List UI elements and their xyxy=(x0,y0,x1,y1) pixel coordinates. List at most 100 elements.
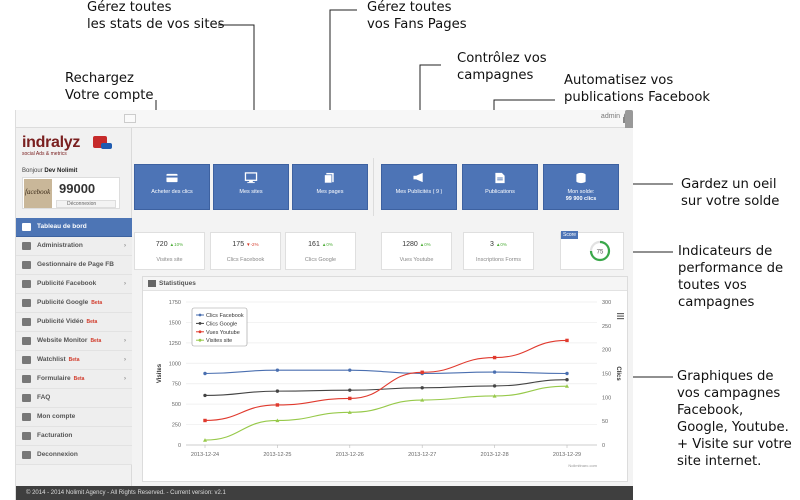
legend-marker xyxy=(198,330,202,334)
y2-tick-label: 50 xyxy=(602,419,608,425)
video-icon xyxy=(22,318,31,326)
data-point xyxy=(420,386,424,390)
sidebar-item-formulaire[interactable]: Formulaire Beta › xyxy=(16,370,132,389)
y-tick-label: 250 xyxy=(172,423,181,429)
annotation-stats-sites: Gérez toutes les stats de vos sites xyxy=(87,0,225,32)
logout-button[interactable]: Déconnexion xyxy=(56,200,116,208)
sidebar-item-publicite-google[interactable]: Publicité Google Beta xyxy=(16,294,132,313)
chevron-right-icon: › xyxy=(124,338,126,344)
legend-marker xyxy=(198,322,202,325)
sidebar-item-administration[interactable]: Administration › xyxy=(16,237,132,256)
score-label: Score xyxy=(561,231,579,239)
tile-label: Acheter des clics xyxy=(151,189,193,195)
sidebar-menu: Tableau de bord Administration › Gestionnai… xyxy=(16,218,132,465)
tile-label: Publications xyxy=(485,189,515,195)
tile-value: 99 900 clics xyxy=(565,196,597,202)
sidebar-item-watchlist[interactable]: Watchlist Beta › xyxy=(16,351,132,370)
document-icon xyxy=(495,172,505,184)
sidebar-item-gestionnaire-de-page-fb[interactable]: Gestionnaire de Page FB xyxy=(16,256,132,275)
chevron-right-icon: › xyxy=(124,243,126,249)
avatar: facebook xyxy=(24,179,52,208)
sidebar-item-label: Deconnexion xyxy=(37,451,78,458)
score-card: Score 75 xyxy=(560,231,624,270)
kpi-change: ▲0% xyxy=(495,242,507,247)
y-tick-label: 750 xyxy=(172,382,181,388)
kpi-value: 720 xyxy=(155,241,168,248)
data-point xyxy=(565,371,569,376)
kpi-card: 1280 ▲0% Vues Youtube xyxy=(381,232,452,270)
legend-label: Clics Google xyxy=(206,321,237,327)
tile-mon-solde[interactable]: Mon solde: 99 900 clics xyxy=(543,164,619,210)
tile-mes-pages[interactable]: Mes pages xyxy=(292,164,368,210)
series-line-2 xyxy=(204,339,568,422)
y-tick-label: 1750 xyxy=(169,300,181,306)
beta-badge: Beta xyxy=(91,300,103,306)
admin-username[interactable]: admin xyxy=(601,113,620,120)
kpi-value: 1280 xyxy=(402,241,418,248)
annotation-kpis: Indicateurs de performance de toutes vos ca… xyxy=(678,244,784,310)
sidebar-item-label: FAQ xyxy=(37,394,51,401)
question-icon xyxy=(22,394,31,402)
tile-acheter-des-clics[interactable]: Acheter des clics xyxy=(134,164,210,210)
sidebar-item-website-monitor[interactable]: Website Monitor Beta › xyxy=(16,332,132,351)
sidebar-item-faq[interactable]: FAQ xyxy=(16,389,132,408)
sidebar-item-label: Publicité Google xyxy=(37,299,89,306)
chevron-right-icon: › xyxy=(124,376,126,382)
tile-label: Mes Publicités ( 9 ) xyxy=(395,189,443,195)
kpi-value: 3 xyxy=(490,241,494,248)
score-value: 75 xyxy=(597,250,604,256)
y-tick-label: 500 xyxy=(172,402,181,408)
y2-tick-label: 150 xyxy=(602,372,611,378)
invoice-icon xyxy=(22,432,31,440)
x-tick-label: 2013-12-27 xyxy=(408,452,436,458)
annotation-fans-pages: Gérez toutes vos Fans Pages xyxy=(367,0,467,32)
balance-value: 99000 xyxy=(59,181,96,196)
brand-logo[interactable]: indralyz social Ads & metrics xyxy=(22,134,122,160)
sidebar-item-label: Mon compte xyxy=(37,413,76,420)
sidebar-item-facturation[interactable]: Facturation xyxy=(16,427,132,446)
tile-label: Mon solde: xyxy=(567,189,595,195)
kpi-change: ▼-2% xyxy=(246,242,259,247)
annotation-campaigns: Contrôlez vos campagnes xyxy=(457,51,547,83)
x-tick-label: 2013-12-29 xyxy=(553,452,581,458)
legend-marker xyxy=(198,313,202,317)
sidebar-item-label: Website Monitor xyxy=(37,337,88,344)
sidebar-item-publicite-video[interactable]: Publicité Vidéo Beta xyxy=(16,313,132,332)
sidebar-item-label: Administration xyxy=(37,242,83,249)
google-icon xyxy=(22,299,31,307)
monitor-icon xyxy=(244,172,258,184)
chevron-right-icon: › xyxy=(124,357,126,363)
gears-icon xyxy=(22,242,31,250)
kpi-card: 720 ▲10% Visites site xyxy=(134,232,205,270)
close-icon xyxy=(22,451,31,459)
kpi-value: 161 xyxy=(308,241,320,248)
sidebar-toggle-button[interactable] xyxy=(124,114,136,123)
annotation-automate: Automatisez vos publications Facebook xyxy=(564,73,711,105)
data-point xyxy=(492,370,497,374)
sidebar-item-tableau-de-bord[interactable]: Tableau de bord xyxy=(16,218,132,237)
kpi-card: 175 ▼-2% Clics Facebook xyxy=(210,232,281,270)
hamburger-icon[interactable] xyxy=(617,313,624,320)
sidebar-item-label: Facturation xyxy=(37,432,73,439)
x-tick-label: 2013-12-28 xyxy=(481,452,509,458)
tile-mes-publicites-9[interactable]: Mes Publicités ( 9 ) xyxy=(381,164,457,210)
user-icon xyxy=(22,413,31,421)
tile-publications[interactable]: Publications xyxy=(462,164,538,210)
sidebar-item-publicite-facebook[interactable]: Publicité Facebook › xyxy=(16,275,132,294)
kpi-label: Clics Google xyxy=(304,257,337,263)
sidebar-item-label: Watchlist xyxy=(37,356,66,363)
data-point xyxy=(348,368,352,372)
sidebar-item-label: Gestionnaire de Page FB xyxy=(37,261,114,268)
panel-header: Statistiques xyxy=(143,277,627,291)
y2-tick-label: 250 xyxy=(602,324,611,330)
account-card: facebook 99000 Déconnexion xyxy=(22,177,120,209)
app-window: admin indralyz social Ads & metrics Bonj… xyxy=(15,110,633,500)
legend-marker xyxy=(198,338,202,342)
facebook-icon xyxy=(22,280,31,288)
sidebar-item-deconnexion[interactable]: Deconnexion xyxy=(16,446,132,465)
sidebar-item-mon-compte[interactable]: Mon compte xyxy=(16,408,132,427)
annotation-balance: Gardez un oeil sur votre solde xyxy=(681,177,780,209)
series-line-1 xyxy=(204,379,568,396)
sidebar-item-label: Publicité Facebook xyxy=(37,280,97,287)
tile-mes-sites[interactable]: Mes sites xyxy=(213,164,289,210)
